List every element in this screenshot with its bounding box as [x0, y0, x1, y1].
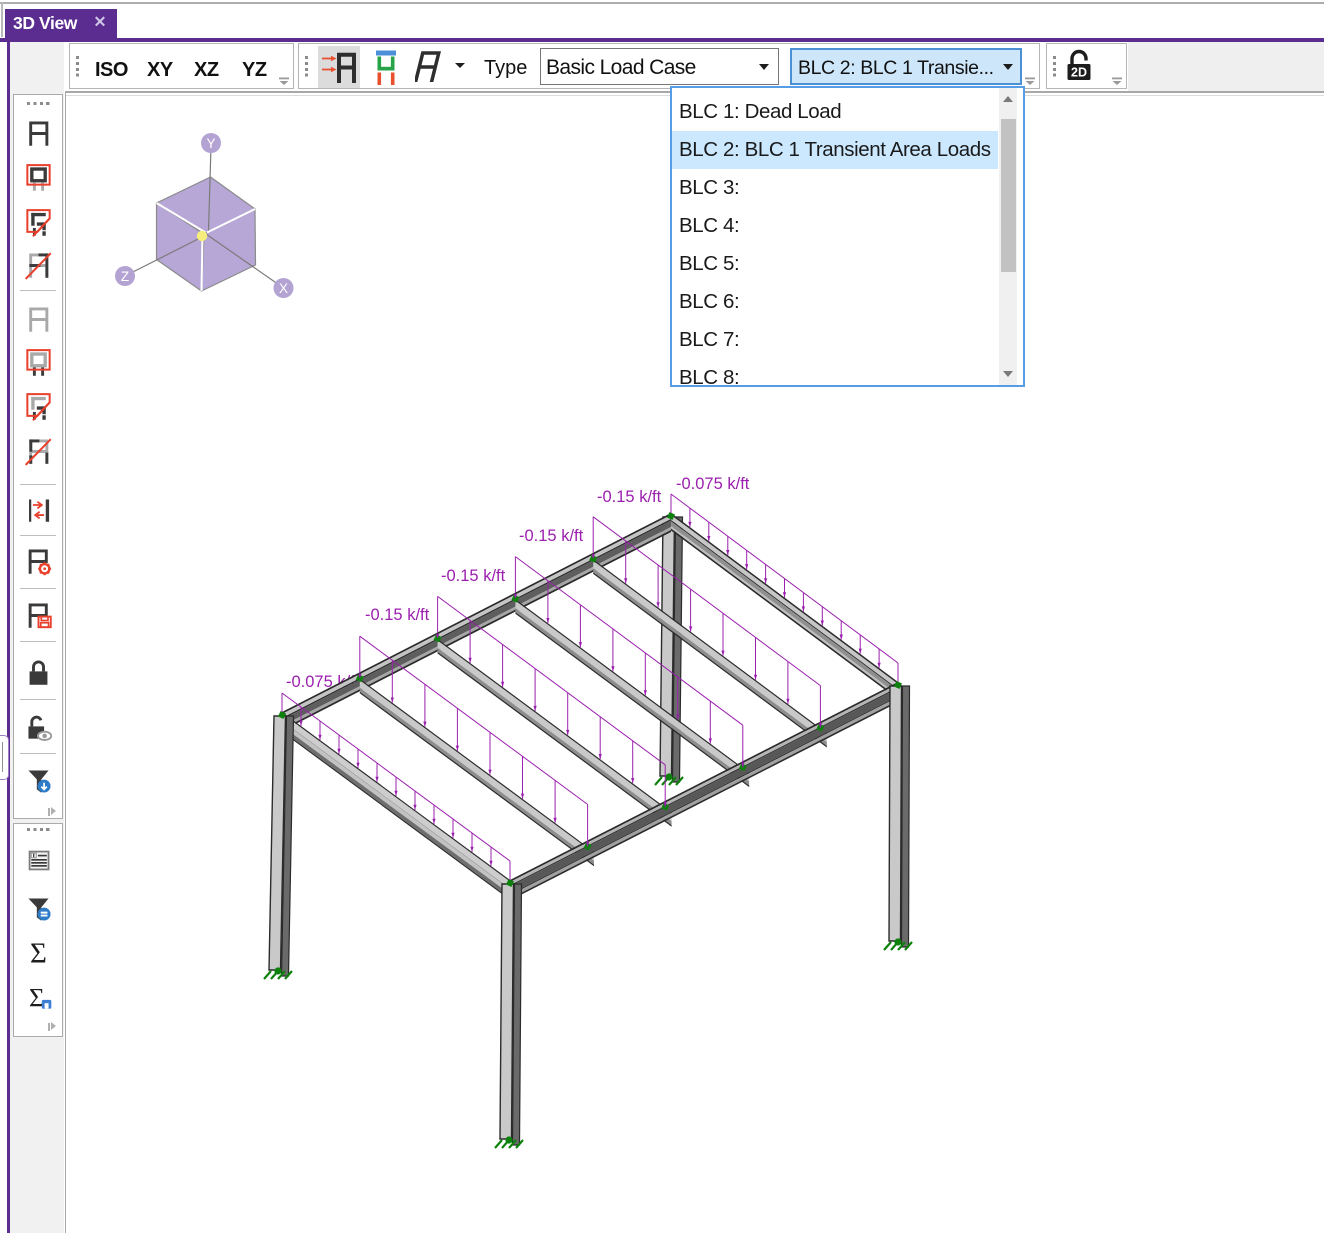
svg-text:-0.15 k/ft: -0.15 k/ft [441, 567, 506, 585]
svg-text:Y: Y [206, 136, 215, 151]
svg-text:-0.075 k/ft: -0.075 k/ft [676, 475, 750, 493]
svg-text:-0.15 k/ft: -0.15 k/ft [597, 488, 662, 506]
svg-text:X: X [279, 281, 288, 296]
svg-text:-0.15 k/ft: -0.15 k/ft [519, 527, 584, 545]
svg-text:Z: Z [121, 269, 129, 284]
svg-text:-0.15 k/ft: -0.15 k/ft [365, 606, 430, 624]
